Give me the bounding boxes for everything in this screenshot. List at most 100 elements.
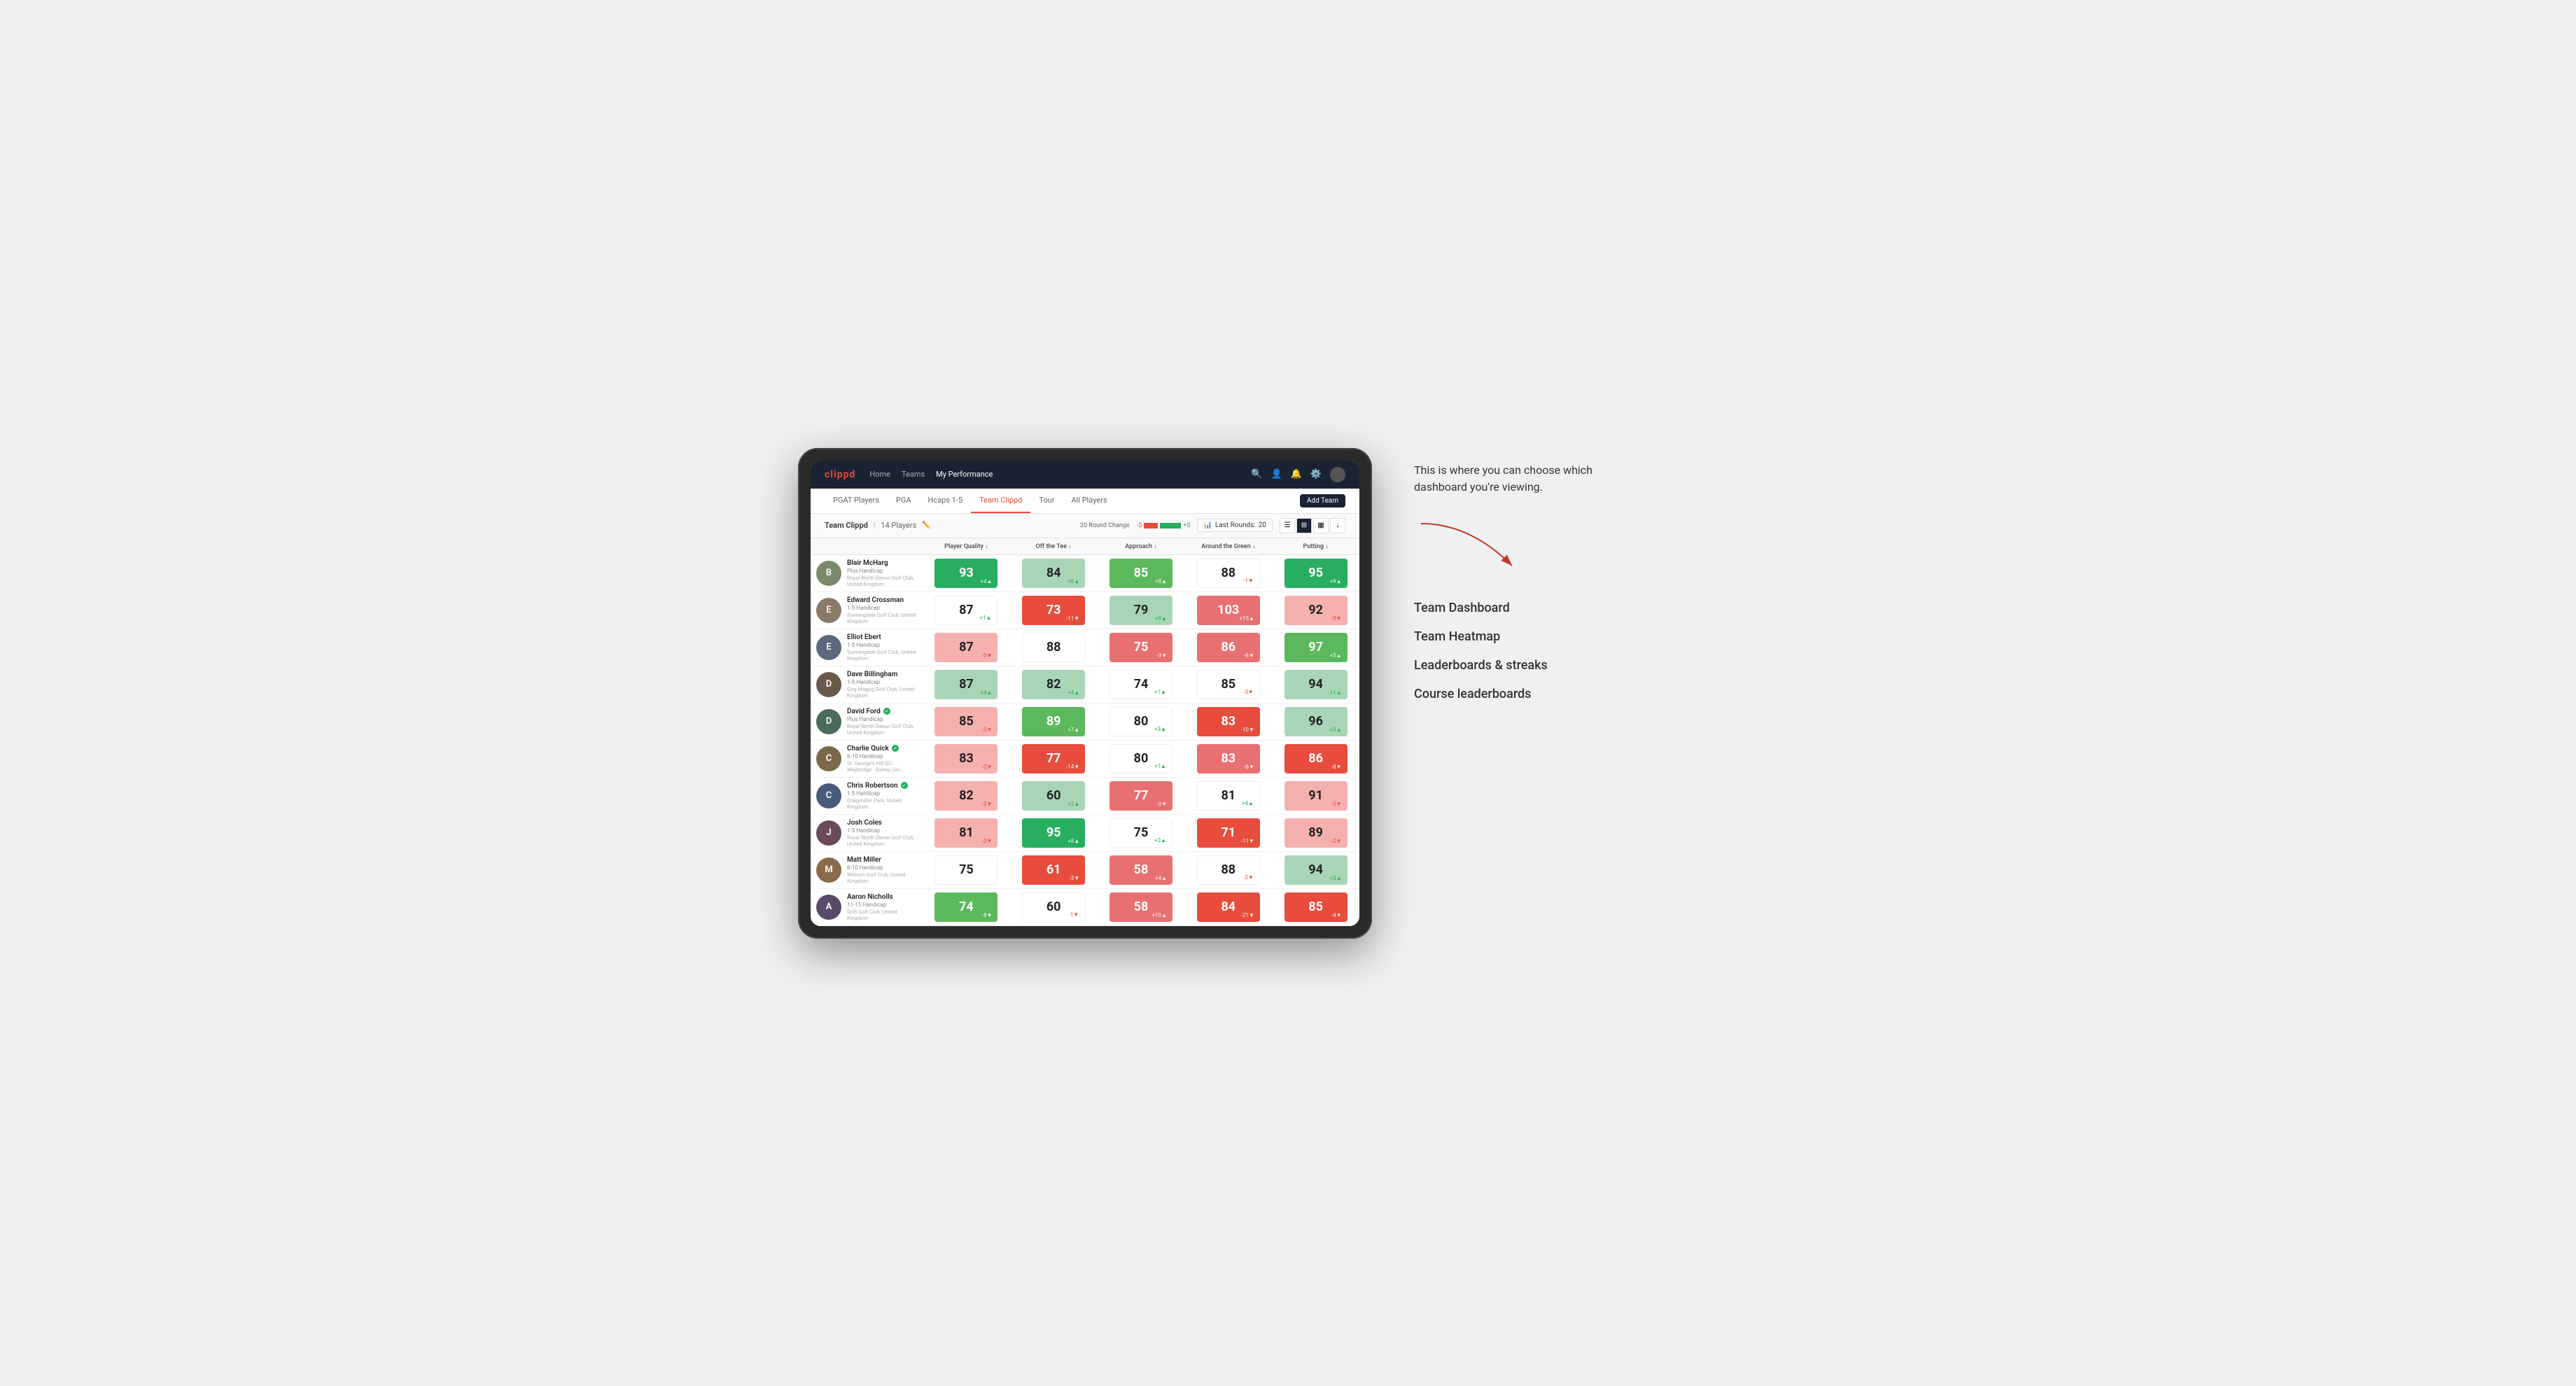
stat-box: 81-3▼ [934, 818, 997, 848]
stat-box: 71-11▼ [1197, 818, 1260, 848]
stat-change: -3▼ [1331, 801, 1342, 807]
player-name[interactable]: Josh Coles [847, 819, 917, 827]
player-name[interactable]: Elliot Ebert [847, 634, 917, 641]
nav-teams[interactable]: Teams [902, 467, 925, 482]
stat-change: +3▲ [1154, 726, 1166, 732]
stat-value: 61 [1046, 864, 1061, 876]
table-container: Player Quality ↓ Off the Tee ↓ Approach … [811, 538, 1359, 926]
stat-cell-2-2: 75-3▼ [1098, 629, 1185, 666]
stat-value: 81 [1221, 790, 1236, 802]
view-list-button[interactable]: ☰ [1280, 518, 1295, 533]
bell-icon[interactable]: 🔔 [1291, 469, 1302, 479]
stat-change: -1▼ [1069, 911, 1079, 918]
player-name[interactable]: Chris Robertson✓ [847, 782, 917, 790]
stat-change: +9▲ [1330, 578, 1342, 584]
stat-box: 87+4▲ [934, 670, 997, 699]
subnav-pga[interactable]: PGA [888, 489, 920, 513]
col-putting[interactable]: Putting ↓ [1272, 538, 1359, 555]
last-rounds-button[interactable]: 📊 Last Rounds: 20 [1197, 519, 1273, 532]
player-name[interactable]: Edward Crossman [847, 596, 917, 604]
search-icon[interactable]: 🔍 [1251, 469, 1262, 479]
subnav-all-players[interactable]: All Players [1063, 489, 1115, 513]
stat-cell-6-3: 81+4▲ [1184, 777, 1272, 814]
edit-icon[interactable]: ✏️ [922, 522, 930, 529]
player-name[interactable]: Charlie Quick✓ [847, 745, 917, 752]
player-avatar: C [816, 746, 841, 771]
player-name[interactable]: Dave Billingham [847, 671, 917, 678]
verified-badge: ✓ [883, 708, 890, 715]
stat-value: 60 [1046, 790, 1061, 802]
table-row: EElliot Ebert1-5 HandicapSunningdale Gol… [811, 629, 1359, 666]
player-cell-7: JJosh Coles1-5 HandicapRoyal North Devon… [811, 814, 923, 851]
logo[interactable]: clippd [825, 469, 855, 480]
stat-change: -3▼ [1156, 801, 1167, 807]
sub-nav: PGAT Players PGA Hcaps 1-5 Team Clippd T… [811, 489, 1359, 514]
col-approach[interactable]: Approach ↓ [1098, 538, 1185, 555]
stat-cell-0-4: 95+9▲ [1272, 554, 1359, 592]
col-around-green[interactable]: Around the Green ↓ [1184, 538, 1272, 555]
stat-box: 80+1▲ [1110, 744, 1172, 774]
player-cell-5: CCharlie Quick✓6-10 HandicapSt. George's… [811, 740, 923, 777]
stat-change: +5▲ [1330, 652, 1342, 659]
stat-box: 83-10▼ [1197, 707, 1260, 736]
stat-box: 82+4▲ [1022, 670, 1085, 699]
stat-value: 88 [1221, 864, 1236, 876]
stat-box: 58+10▲ [1110, 892, 1172, 922]
option-team-dashboard: Team Dashboard [1414, 601, 1624, 615]
player-tbody: BBlair McHargPlus HandicapRoyal North De… [811, 554, 1359, 925]
settings-icon[interactable]: ⚙️ [1310, 469, 1322, 479]
player-name[interactable]: Blair McHarg [847, 559, 917, 567]
nav-home[interactable]: Home [869, 467, 890, 482]
stat-change: -3▼ [1243, 689, 1254, 695]
stat-box: 93+4▲ [934, 559, 997, 588]
stat-value: 79 [1134, 604, 1149, 617]
add-team-button[interactable]: Add Team [1300, 494, 1345, 507]
nav-icons: 🔍 👤 🔔 ⚙️ [1251, 467, 1345, 482]
stat-box: 84+6▲ [1022, 559, 1085, 588]
subnav-team-clippd[interactable]: Team Clippd [971, 489, 1030, 513]
subnav-tour[interactable]: Tour [1030, 489, 1063, 513]
stat-box: 74+1▲ [1110, 670, 1172, 699]
stat-change: +6▲ [1068, 578, 1079, 584]
user-icon[interactable]: 👤 [1270, 469, 1282, 479]
tablet-frame: clippd Home Teams My Performance 🔍 👤 🔔 ⚙… [798, 448, 1372, 939]
subnav-pgat[interactable]: PGAT Players [825, 489, 888, 513]
stat-cell-6-0: 82-3▼ [923, 777, 1010, 814]
player-club: Woburn Golf Club, United Kingdom [847, 872, 917, 884]
player-count: 14 Players [881, 521, 916, 530]
stat-value: 93 [959, 567, 974, 580]
stat-change: +7▲ [1068, 727, 1079, 733]
stat-cell-7-3: 71-11▼ [1184, 814, 1272, 851]
stat-cell-7-1: 95+8▲ [1010, 814, 1098, 851]
round-change-bar: -5 +5 [1137, 522, 1191, 529]
player-handicap: 1-5 Handicap [847, 679, 917, 685]
nav-my-performance[interactable]: My Performance [936, 467, 993, 482]
stat-cell-0-2: 85+8▲ [1098, 554, 1185, 592]
stat-cell-8-3: 88-2▼ [1184, 851, 1272, 888]
team-header: Team Clippd | 14 Players ✏️ 20 Round Cha… [811, 514, 1359, 538]
stat-change: -6▼ [1244, 764, 1254, 770]
avatar[interactable] [1330, 467, 1345, 482]
stat-cell-5-0: 83-3▼ [923, 740, 1010, 777]
player-name[interactable]: Matt Miller [847, 856, 917, 864]
view-grid-button[interactable]: ⊞ [1296, 518, 1312, 533]
player-name[interactable]: David Ford✓ [847, 708, 917, 715]
player-avatar: E [816, 598, 841, 623]
player-cell-8: MMatt Miller6-10 HandicapWoburn Golf Clu… [811, 851, 923, 888]
stat-cell-6-2: 77-3▼ [1098, 777, 1185, 814]
view-heatmap-button[interactable]: ▦ [1313, 518, 1329, 533]
stat-value: 92 [1308, 604, 1323, 617]
annotation-panel: This is where you can choose which dashb… [1414, 448, 1624, 701]
view-export-button[interactable]: ↓ [1330, 518, 1345, 533]
player-club: Royal North Devon Golf Club, United King… [847, 723, 917, 736]
subnav-hcaps[interactable]: Hcaps 1-5 [920, 489, 972, 513]
stat-change: -11▼ [1241, 838, 1254, 844]
player-name[interactable]: Aaron Nicholls [847, 893, 917, 901]
col-player-quality[interactable]: Player Quality ↓ [923, 538, 1010, 555]
last-rounds-label: Last Rounds: [1215, 522, 1256, 529]
stat-cell-5-1: 77-14▼ [1010, 740, 1098, 777]
table-row: AAaron Nicholls11-15 HandicapDrift Golf … [811, 888, 1359, 925]
player-club: Royal North Devon Golf Club, United King… [847, 834, 917, 847]
col-off-tee[interactable]: Off the Tee ↓ [1010, 538, 1098, 555]
player-info: Chris Robertson✓1-5 HandicapCraigmillar … [847, 782, 917, 810]
